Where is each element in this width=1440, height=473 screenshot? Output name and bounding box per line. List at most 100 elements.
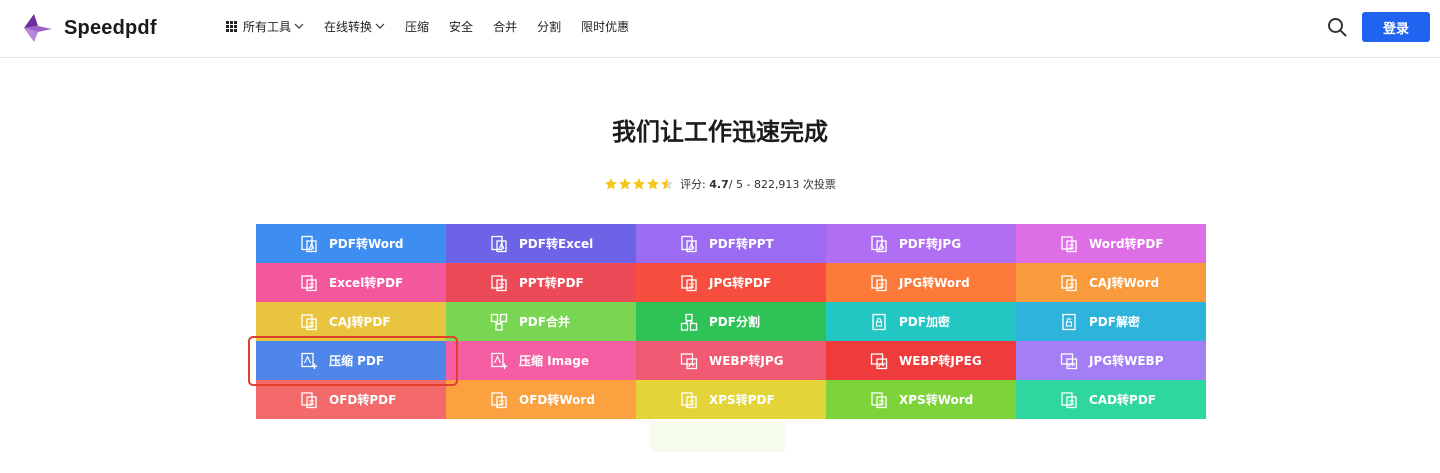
tool-tile-label: JPG转Word — [899, 276, 970, 290]
nav-item-label: 压缩 — [405, 19, 430, 34]
compress-icon — [491, 352, 508, 369]
tool-tile-0[interactable]: PDF转Word — [256, 224, 446, 263]
tool-tile-label: PDF加密 — [899, 315, 950, 329]
nav-item-label: 安全 — [449, 19, 474, 34]
tool-tile-20[interactable]: OFD转PDF — [256, 380, 446, 419]
tool-tile-24[interactable]: CAD转PDF — [1016, 380, 1206, 419]
tool-tile-4[interactable]: Word转PDF — [1016, 224, 1206, 263]
chevron-down-icon — [294, 23, 304, 29]
tool-tile-label: PDF转Excel — [519, 237, 594, 251]
tool-tile-label: Excel转PDF — [329, 276, 404, 290]
search-icon[interactable] — [1326, 16, 1348, 38]
doc-to-pdf-icon — [1061, 274, 1077, 291]
nav-item-label: 在线转换 — [324, 19, 373, 34]
compress-icon — [301, 352, 318, 369]
doc-to-pdf-icon — [681, 274, 697, 291]
nav-item-6[interactable]: 限时优惠 — [581, 18, 629, 35]
tool-tile-13[interactable]: PDF加密 — [826, 302, 1016, 341]
tool-tile-22[interactable]: XPS转PDF — [636, 380, 826, 419]
doc-to-pdf-icon — [301, 274, 317, 291]
tool-tile-6[interactable]: PPT转PDF — [446, 263, 636, 302]
tool-tile-label: Word转PDF — [1089, 237, 1164, 251]
tool-tile-10[interactable]: CAJ转PDF — [256, 302, 446, 341]
rating-label: 评分: — [680, 178, 706, 191]
doc-to-pdf-icon — [1061, 391, 1077, 408]
unlock-icon — [1062, 313, 1076, 330]
doc-to-pdf-icon — [301, 313, 317, 330]
tool-tile-23[interactable]: XPS转Word — [826, 380, 1016, 419]
star-icon — [619, 178, 632, 190]
star-icon — [633, 178, 646, 190]
chevron-down-icon — [375, 23, 385, 29]
nav-item-label: 合并 — [493, 19, 518, 34]
nav-item-3[interactable]: 安全 — [449, 18, 473, 35]
tool-tile-11[interactable]: PDF合并 — [446, 302, 636, 341]
doc-to-pdf-icon — [871, 274, 887, 291]
tool-tile-label: WEBP转JPG — [709, 354, 784, 368]
tool-tile-label: PPT转PDF — [519, 276, 584, 290]
lock-icon — [872, 313, 886, 330]
tool-tile-label: CAJ转Word — [1089, 276, 1160, 290]
merge-icon — [490, 313, 508, 331]
login-button[interactable]: 登录 — [1362, 12, 1430, 42]
tool-tile-9[interactable]: CAJ转Word — [1016, 263, 1206, 302]
doc-to-pdf-icon — [301, 391, 317, 408]
pdf-to-doc-icon — [871, 235, 887, 252]
brand-logo[interactable]: Speedpdf — [20, 10, 157, 46]
tool-tile-label: OFD转Word — [519, 393, 595, 407]
faded-button — [650, 422, 786, 452]
image-convert-icon — [1060, 352, 1078, 369]
tool-tile-label: PDF解密 — [1089, 315, 1140, 329]
tool-tile-7[interactable]: JPG转PDF — [636, 263, 826, 302]
speedpdf-logo-icon — [24, 14, 52, 42]
pdf-to-doc-icon — [491, 235, 507, 252]
tool-tile-label: XPS转PDF — [709, 393, 775, 407]
tool-tile-15[interactable]: 压缩 PDF — [256, 341, 446, 380]
tool-tile-19[interactable]: JPG转WEBP — [1016, 341, 1206, 380]
apps-grid-icon — [226, 20, 237, 32]
tool-tile-label: PDF分割 — [709, 315, 760, 329]
image-convert-icon — [680, 352, 698, 369]
rating-score: 4.7 — [709, 177, 729, 191]
nav-item-0[interactable]: 所有工具 — [226, 18, 304, 35]
tool-tile-3[interactable]: PDF转JPG — [826, 224, 1016, 263]
tools-grid: PDF转Word PDF转Excel PDF转PPT PDF转JPG Word转PDF E… — [256, 224, 1206, 419]
tool-tile-5[interactable]: Excel转PDF — [256, 263, 446, 302]
nav-item-5[interactable]: 分割 — [537, 18, 561, 35]
tool-tile-1[interactable]: PDF转Excel — [446, 224, 636, 263]
tool-tile-8[interactable]: JPG转Word — [826, 263, 1016, 302]
star-icon — [647, 178, 660, 190]
doc-to-pdf-icon — [871, 391, 887, 408]
doc-to-pdf-icon — [491, 274, 507, 291]
main-nav: 所有工具 在线转换 压缩 安全 合并 分割 限时优惠 — [226, 0, 649, 52]
top-header: Speedpdf 所有工具 在线转换 压缩 安全 合并 分割 限时优惠 登录 — [0, 0, 1440, 58]
tool-tile-18[interactable]: WEBP转JPEG — [826, 341, 1016, 380]
nav-item-1[interactable]: 在线转换 — [324, 18, 385, 35]
tool-tile-2[interactable]: PDF转PPT — [636, 224, 826, 263]
rating-stars — [604, 177, 674, 191]
tool-tile-14[interactable]: PDF解密 — [1016, 302, 1206, 341]
tool-tile-label: PDF转JPG — [899, 237, 962, 251]
nav-item-4[interactable]: 合并 — [493, 18, 517, 35]
tool-tile-label: CAD转PDF — [1089, 393, 1157, 407]
rating-summary: 评分: 4.7 / 5 - 822,913 次投票 — [0, 176, 1440, 192]
tool-tile-label: PDF合并 — [519, 315, 570, 329]
tool-tile-12[interactable]: PDF分割 — [636, 302, 826, 341]
nav-item-label: 限时优惠 — [581, 19, 630, 34]
pdf-to-doc-icon — [301, 235, 317, 252]
tool-tile-label: JPG转WEBP — [1089, 354, 1164, 368]
brand-name: Speedpdf — [64, 16, 157, 39]
star-icon — [661, 178, 674, 190]
tool-tile-21[interactable]: OFD转Word — [446, 380, 636, 419]
nav-item-2[interactable]: 压缩 — [405, 18, 429, 35]
tool-tile-label: PDF转Word — [329, 237, 404, 251]
tool-tile-17[interactable]: WEBP转JPG — [636, 341, 826, 380]
tool-tile-label: 压缩 PDF — [329, 354, 385, 368]
tool-tile-label: PDF转PPT — [709, 237, 774, 251]
tool-tile-16[interactable]: 压缩 Image — [446, 341, 636, 380]
page-title: 我们让工作迅速完成 — [612, 118, 828, 146]
doc-to-pdf-icon — [1061, 235, 1077, 252]
tool-tile-label: JPG转PDF — [709, 276, 772, 290]
tool-tile-label: XPS转Word — [899, 393, 974, 407]
star-icon — [605, 178, 618, 190]
